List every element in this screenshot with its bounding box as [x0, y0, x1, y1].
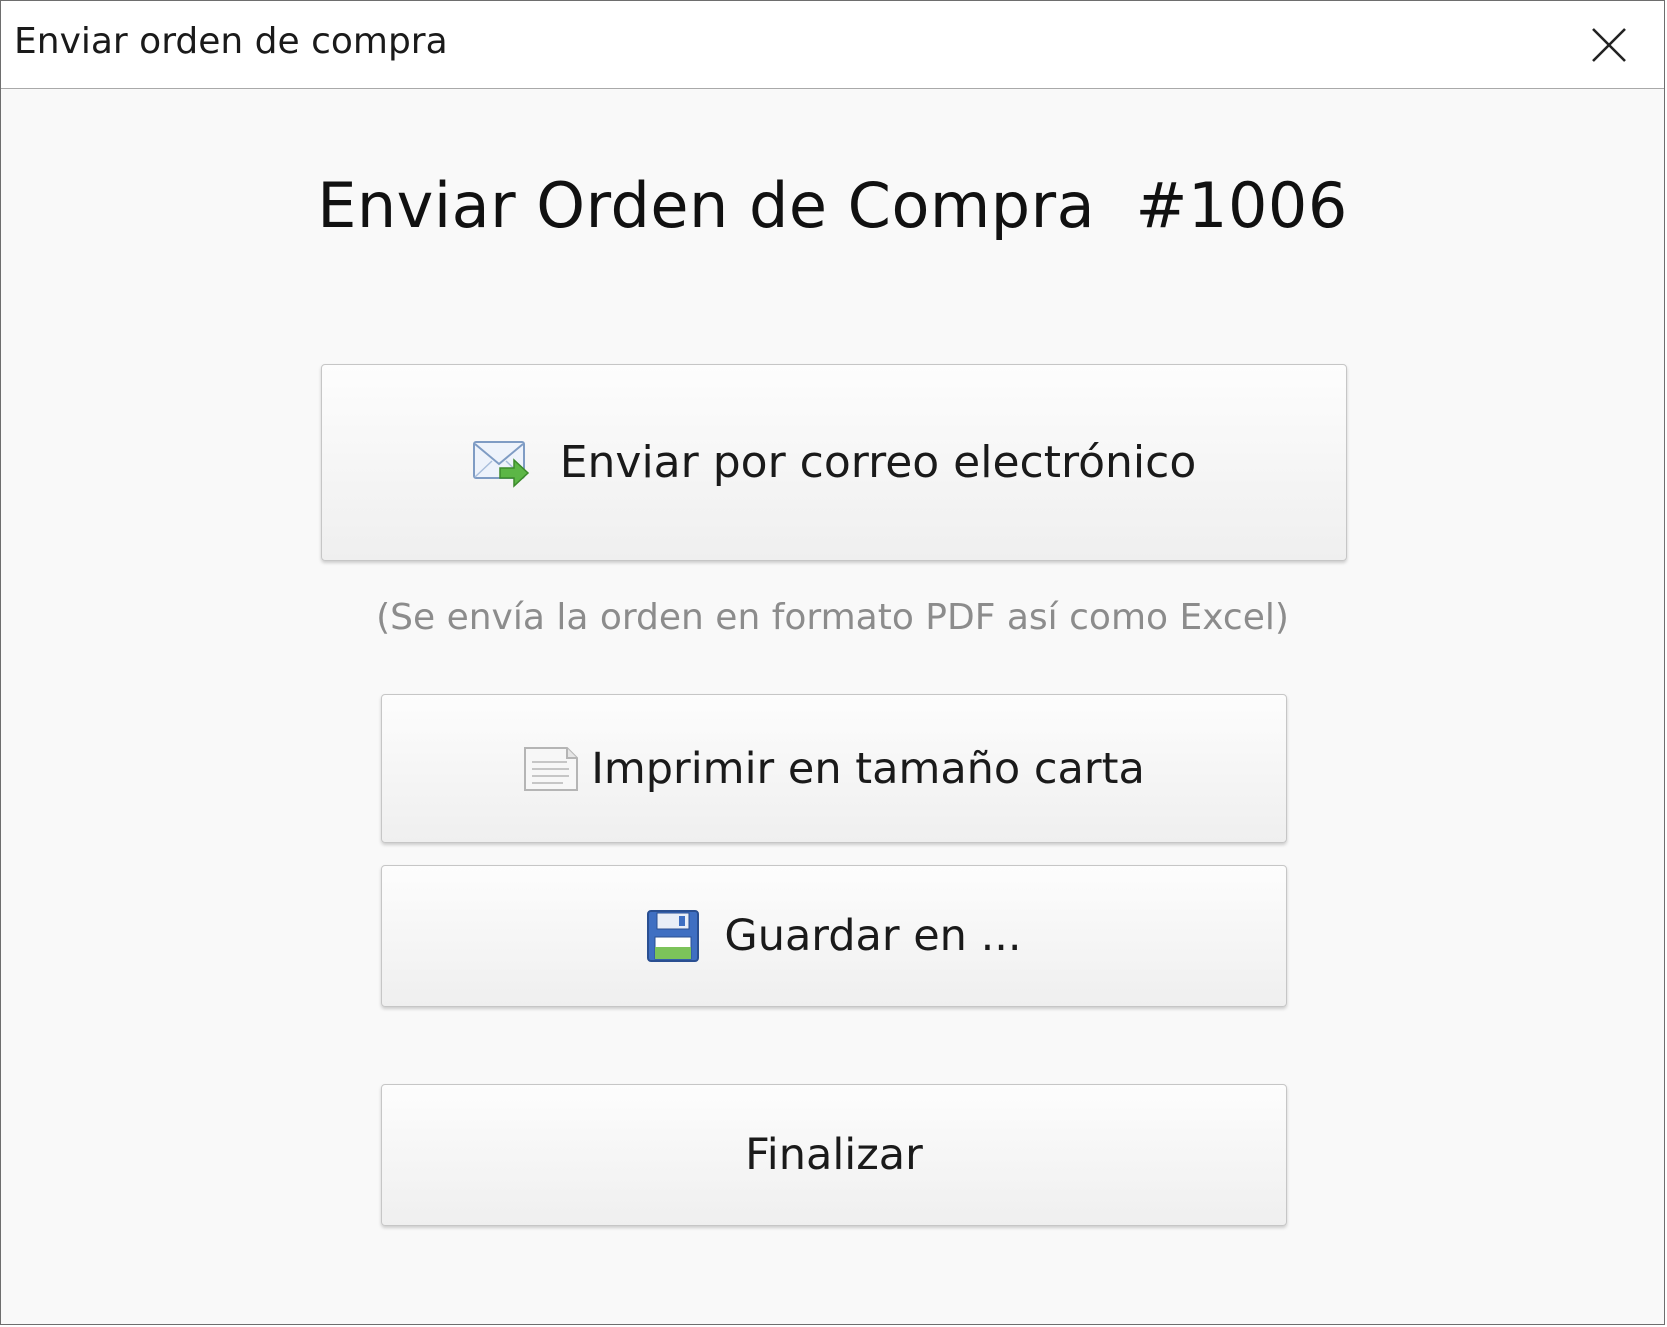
- close-icon: [1592, 27, 1626, 62]
- send-email-button[interactable]: Enviar por correo electrónico: [321, 364, 1347, 561]
- email-send-icon: [472, 438, 530, 488]
- document-icon: [523, 746, 579, 792]
- close-button[interactable]: [1554, 1, 1664, 88]
- finish-label: Finalizar: [745, 1130, 923, 1180]
- send-email-label: Enviar por correo electrónico: [559, 437, 1197, 488]
- finish-button[interactable]: Finalizar: [381, 1084, 1287, 1226]
- print-letter-label: Imprimir en tamaño carta: [591, 743, 1145, 794]
- email-format-note: (Se envía la orden en formato PDF así co…: [376, 597, 1289, 638]
- page-title: Enviar Orden de Compra #1006: [317, 169, 1348, 242]
- save-to-button[interactable]: Guardar en ...: [381, 865, 1287, 1007]
- print-letter-button[interactable]: Imprimir en tamaño carta: [381, 694, 1287, 843]
- floppy-disk-icon: [646, 909, 700, 963]
- window-title: Enviar orden de compra: [14, 21, 448, 62]
- dialog-window: Enviar orden de compra Enviar Orden de C…: [0, 0, 1665, 1325]
- save-to-label: Guardar en ...: [724, 911, 1022, 961]
- title-bar: Enviar orden de compra: [1, 1, 1664, 89]
